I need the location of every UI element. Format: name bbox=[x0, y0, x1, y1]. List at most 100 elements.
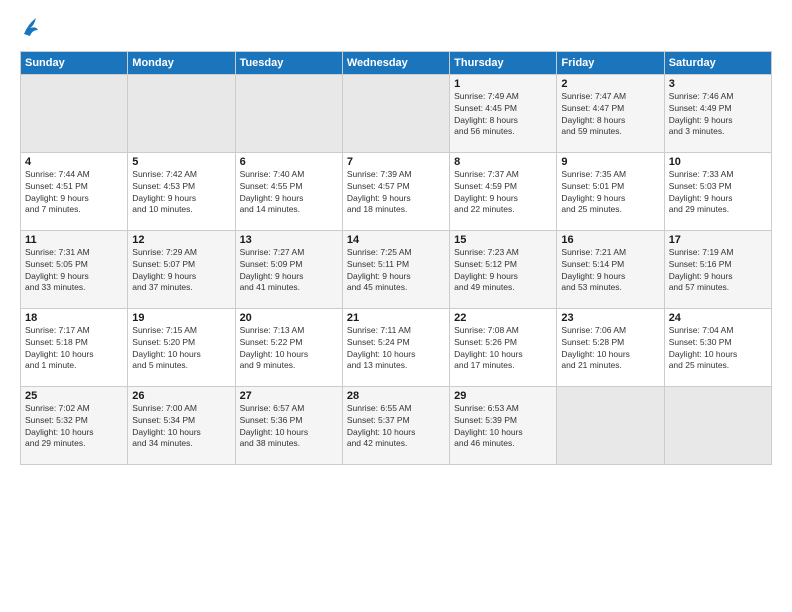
day-cell: 4Sunrise: 7:44 AM Sunset: 4:51 PM Daylig… bbox=[21, 152, 128, 230]
day-number: 5 bbox=[132, 156, 230, 168]
day-number: 1 bbox=[454, 78, 552, 90]
day-cell bbox=[342, 74, 449, 152]
col-header-sunday: Sunday bbox=[21, 51, 128, 74]
day-info: Sunrise: 7:25 AM Sunset: 5:11 PM Dayligh… bbox=[347, 247, 445, 295]
day-number: 27 bbox=[240, 390, 338, 402]
day-number: 26 bbox=[132, 390, 230, 402]
day-number: 13 bbox=[240, 234, 338, 246]
day-info: Sunrise: 7:27 AM Sunset: 5:09 PM Dayligh… bbox=[240, 247, 338, 295]
day-cell: 26Sunrise: 7:00 AM Sunset: 5:34 PM Dayli… bbox=[128, 386, 235, 464]
day-number: 12 bbox=[132, 234, 230, 246]
day-cell: 1Sunrise: 7:49 AM Sunset: 4:45 PM Daylig… bbox=[450, 74, 557, 152]
day-cell bbox=[664, 386, 771, 464]
day-cell: 17Sunrise: 7:19 AM Sunset: 5:16 PM Dayli… bbox=[664, 230, 771, 308]
day-info: Sunrise: 7:02 AM Sunset: 5:32 PM Dayligh… bbox=[25, 403, 123, 451]
col-header-wednesday: Wednesday bbox=[342, 51, 449, 74]
day-info: Sunrise: 7:19 AM Sunset: 5:16 PM Dayligh… bbox=[669, 247, 767, 295]
week-row-2: 4Sunrise: 7:44 AM Sunset: 4:51 PM Daylig… bbox=[21, 152, 772, 230]
day-info: Sunrise: 7:47 AM Sunset: 4:47 PM Dayligh… bbox=[561, 91, 659, 139]
day-number: 19 bbox=[132, 312, 230, 324]
day-cell: 20Sunrise: 7:13 AM Sunset: 5:22 PM Dayli… bbox=[235, 308, 342, 386]
day-info: Sunrise: 7:44 AM Sunset: 4:51 PM Dayligh… bbox=[25, 169, 123, 217]
day-info: Sunrise: 7:31 AM Sunset: 5:05 PM Dayligh… bbox=[25, 247, 123, 295]
week-row-5: 25Sunrise: 7:02 AM Sunset: 5:32 PM Dayli… bbox=[21, 386, 772, 464]
day-cell: 9Sunrise: 7:35 AM Sunset: 5:01 PM Daylig… bbox=[557, 152, 664, 230]
day-info: Sunrise: 7:40 AM Sunset: 4:55 PM Dayligh… bbox=[240, 169, 338, 217]
day-number: 22 bbox=[454, 312, 552, 324]
day-number: 8 bbox=[454, 156, 552, 168]
day-cell: 12Sunrise: 7:29 AM Sunset: 5:07 PM Dayli… bbox=[128, 230, 235, 308]
day-info: Sunrise: 7:29 AM Sunset: 5:07 PM Dayligh… bbox=[132, 247, 230, 295]
day-info: Sunrise: 7:17 AM Sunset: 5:18 PM Dayligh… bbox=[25, 325, 123, 373]
day-info: Sunrise: 7:46 AM Sunset: 4:49 PM Dayligh… bbox=[669, 91, 767, 139]
day-info: Sunrise: 7:39 AM Sunset: 4:57 PM Dayligh… bbox=[347, 169, 445, 217]
day-cell: 22Sunrise: 7:08 AM Sunset: 5:26 PM Dayli… bbox=[450, 308, 557, 386]
day-cell: 15Sunrise: 7:23 AM Sunset: 5:12 PM Dayli… bbox=[450, 230, 557, 308]
day-cell: 11Sunrise: 7:31 AM Sunset: 5:05 PM Dayli… bbox=[21, 230, 128, 308]
day-number: 10 bbox=[669, 156, 767, 168]
week-row-3: 11Sunrise: 7:31 AM Sunset: 5:05 PM Dayli… bbox=[21, 230, 772, 308]
day-cell: 8Sunrise: 7:37 AM Sunset: 4:59 PM Daylig… bbox=[450, 152, 557, 230]
col-header-thursday: Thursday bbox=[450, 51, 557, 74]
day-number: 24 bbox=[669, 312, 767, 324]
day-number: 7 bbox=[347, 156, 445, 168]
day-number: 9 bbox=[561, 156, 659, 168]
col-header-monday: Monday bbox=[128, 51, 235, 74]
week-row-4: 18Sunrise: 7:17 AM Sunset: 5:18 PM Dayli… bbox=[21, 308, 772, 386]
day-cell: 16Sunrise: 7:21 AM Sunset: 5:14 PM Dayli… bbox=[557, 230, 664, 308]
day-cell: 5Sunrise: 7:42 AM Sunset: 4:53 PM Daylig… bbox=[128, 152, 235, 230]
day-number: 17 bbox=[669, 234, 767, 246]
col-header-friday: Friday bbox=[557, 51, 664, 74]
day-number: 20 bbox=[240, 312, 338, 324]
logo-text bbox=[20, 20, 40, 45]
day-cell: 23Sunrise: 7:06 AM Sunset: 5:28 PM Dayli… bbox=[557, 308, 664, 386]
day-number: 28 bbox=[347, 390, 445, 402]
header-row: SundayMondayTuesdayWednesdayThursdayFrid… bbox=[21, 51, 772, 74]
day-number: 25 bbox=[25, 390, 123, 402]
day-info: Sunrise: 7:49 AM Sunset: 4:45 PM Dayligh… bbox=[454, 91, 552, 139]
col-header-tuesday: Tuesday bbox=[235, 51, 342, 74]
day-info: Sunrise: 7:06 AM Sunset: 5:28 PM Dayligh… bbox=[561, 325, 659, 373]
day-cell: 7Sunrise: 7:39 AM Sunset: 4:57 PM Daylig… bbox=[342, 152, 449, 230]
day-number: 18 bbox=[25, 312, 123, 324]
calendar-table: SundayMondayTuesdayWednesdayThursdayFrid… bbox=[20, 51, 772, 465]
day-number: 29 bbox=[454, 390, 552, 402]
day-number: 16 bbox=[561, 234, 659, 246]
day-number: 3 bbox=[669, 78, 767, 90]
day-info: Sunrise: 6:55 AM Sunset: 5:37 PM Dayligh… bbox=[347, 403, 445, 451]
day-info: Sunrise: 7:21 AM Sunset: 5:14 PM Dayligh… bbox=[561, 247, 659, 295]
day-number: 15 bbox=[454, 234, 552, 246]
day-number: 21 bbox=[347, 312, 445, 324]
day-info: Sunrise: 6:53 AM Sunset: 5:39 PM Dayligh… bbox=[454, 403, 552, 451]
day-number: 23 bbox=[561, 312, 659, 324]
day-cell: 10Sunrise: 7:33 AM Sunset: 5:03 PM Dayli… bbox=[664, 152, 771, 230]
day-info: Sunrise: 7:33 AM Sunset: 5:03 PM Dayligh… bbox=[669, 169, 767, 217]
day-cell: 29Sunrise: 6:53 AM Sunset: 5:39 PM Dayli… bbox=[450, 386, 557, 464]
day-cell: 21Sunrise: 7:11 AM Sunset: 5:24 PM Dayli… bbox=[342, 308, 449, 386]
day-cell bbox=[235, 74, 342, 152]
day-cell: 28Sunrise: 6:55 AM Sunset: 5:37 PM Dayli… bbox=[342, 386, 449, 464]
day-cell: 27Sunrise: 6:57 AM Sunset: 5:36 PM Dayli… bbox=[235, 386, 342, 464]
day-info: Sunrise: 7:23 AM Sunset: 5:12 PM Dayligh… bbox=[454, 247, 552, 295]
week-row-1: 1Sunrise: 7:49 AM Sunset: 4:45 PM Daylig… bbox=[21, 74, 772, 152]
day-cell: 2Sunrise: 7:47 AM Sunset: 4:47 PM Daylig… bbox=[557, 74, 664, 152]
day-number: 14 bbox=[347, 234, 445, 246]
day-cell bbox=[21, 74, 128, 152]
day-cell: 19Sunrise: 7:15 AM Sunset: 5:20 PM Dayli… bbox=[128, 308, 235, 386]
day-info: Sunrise: 7:11 AM Sunset: 5:24 PM Dayligh… bbox=[347, 325, 445, 373]
day-cell: 18Sunrise: 7:17 AM Sunset: 5:18 PM Dayli… bbox=[21, 308, 128, 386]
page: SundayMondayTuesdayWednesdayThursdayFrid… bbox=[0, 0, 792, 475]
day-cell: 3Sunrise: 7:46 AM Sunset: 4:49 PM Daylig… bbox=[664, 74, 771, 152]
day-info: Sunrise: 7:15 AM Sunset: 5:20 PM Dayligh… bbox=[132, 325, 230, 373]
day-cell: 25Sunrise: 7:02 AM Sunset: 5:32 PM Dayli… bbox=[21, 386, 128, 464]
day-info: Sunrise: 7:42 AM Sunset: 4:53 PM Dayligh… bbox=[132, 169, 230, 217]
day-cell: 14Sunrise: 7:25 AM Sunset: 5:11 PM Dayli… bbox=[342, 230, 449, 308]
logo bbox=[20, 20, 40, 45]
day-cell: 24Sunrise: 7:04 AM Sunset: 5:30 PM Dayli… bbox=[664, 308, 771, 386]
day-number: 4 bbox=[25, 156, 123, 168]
day-info: Sunrise: 7:37 AM Sunset: 4:59 PM Dayligh… bbox=[454, 169, 552, 217]
day-info: Sunrise: 6:57 AM Sunset: 5:36 PM Dayligh… bbox=[240, 403, 338, 451]
day-info: Sunrise: 7:35 AM Sunset: 5:01 PM Dayligh… bbox=[561, 169, 659, 217]
day-cell: 13Sunrise: 7:27 AM Sunset: 5:09 PM Dayli… bbox=[235, 230, 342, 308]
day-number: 11 bbox=[25, 234, 123, 246]
